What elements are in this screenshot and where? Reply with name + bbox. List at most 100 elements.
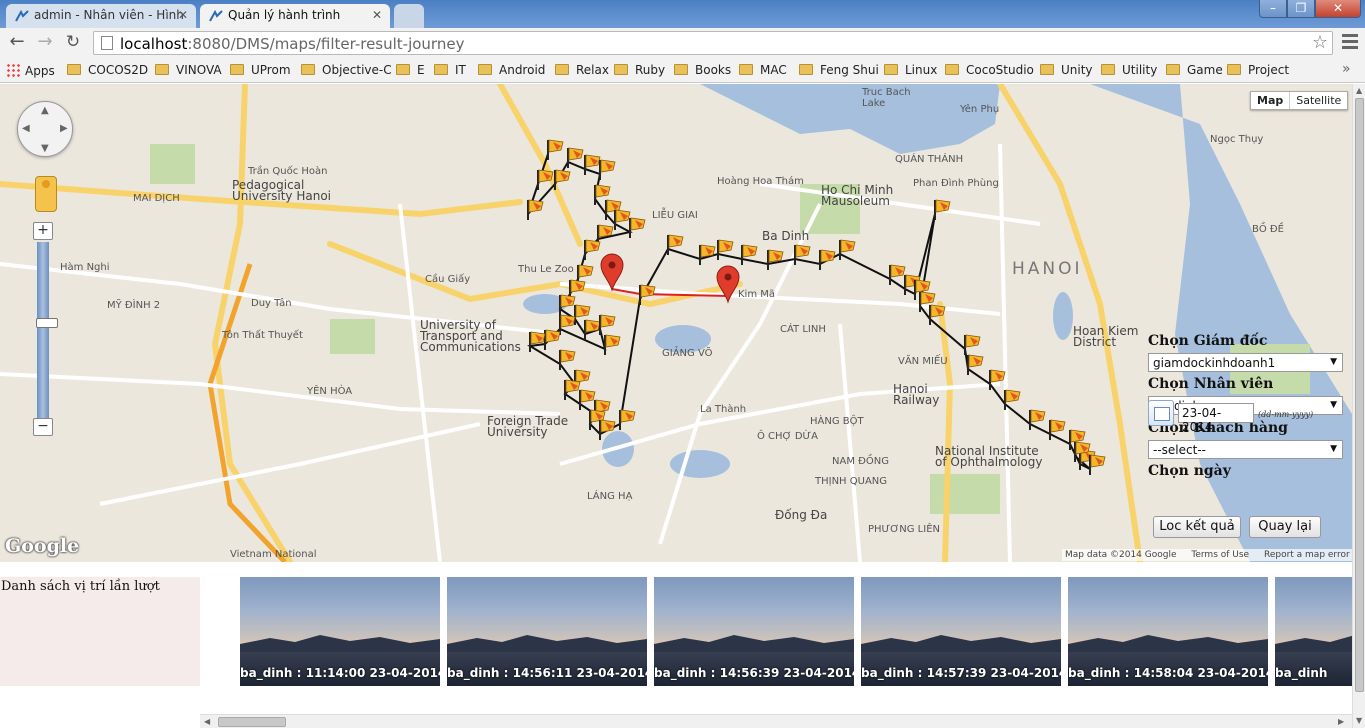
bookmark-folder[interactable]: COCOS2D <box>67 63 148 77</box>
checkin-flag-icon[interactable] <box>967 354 984 375</box>
menu-icon[interactable] <box>1342 34 1358 50</box>
pan-up-icon[interactable]: ▲ <box>41 105 49 116</box>
bookmark-star-icon[interactable]: ☆ <box>1312 32 1328 53</box>
vertical-scroll-thumb[interactable] <box>1355 98 1364 692</box>
bookmark-folder[interactable]: Ruby <box>614 63 665 77</box>
checkin-flag-icon[interactable] <box>934 199 951 220</box>
bookmark-folder[interactable]: Feng Shui <box>799 63 879 77</box>
bookmark-folder[interactable]: Project <box>1227 63 1289 77</box>
checkin-flag-icon[interactable] <box>819 249 836 270</box>
bookmarks-bar: Apps COCOS2D VINOVA UProm Objective-C E … <box>0 58 1365 83</box>
bookmark-folder[interactable]: Linux <box>884 63 937 77</box>
map-type-map-button[interactable]: Map <box>1251 92 1291 109</box>
calendar-icon[interactable] <box>1148 400 1174 426</box>
scroll-left-icon[interactable]: ◀ <box>204 717 210 726</box>
address-bar[interactable]: localhost:8080/DMS/maps/filter-result-jo… <box>93 31 1333 55</box>
bookmark-folder[interactable]: UProm <box>230 63 291 77</box>
checkin-flag-icon[interactable] <box>699 244 716 265</box>
bookmark-folder[interactable]: Objective-C <box>301 63 392 77</box>
bookmark-folder[interactable]: MAC <box>739 63 787 77</box>
zoom-slider-handle[interactable] <box>36 318 58 328</box>
terms-of-use-link[interactable]: Terms of Use <box>1191 550 1249 560</box>
checkin-flag-icon[interactable] <box>1089 454 1106 475</box>
pan-left-icon[interactable]: ◀ <box>22 123 30 134</box>
close-tab-icon[interactable]: ✕ <box>178 8 188 22</box>
bookmarks-overflow-icon[interactable]: » <box>1342 61 1351 77</box>
checkin-flag-icon[interactable] <box>929 304 946 325</box>
position-photo[interactable]: ba_dinh : 14:58:04 23-04-2014 <box>1068 577 1268 686</box>
checkin-flag-icon[interactable] <box>564 379 581 400</box>
date-input[interactable]: 23-04-2014 <box>1178 403 1254 434</box>
position-photo[interactable]: ba_dinh : 11:14:00 23-04-2014 <box>240 577 440 686</box>
position-photo[interactable]: ba_dinh <box>1275 577 1352 686</box>
zoom-slider[interactable] <box>36 242 58 418</box>
pan-control[interactable]: ▲ ▼ ◀ ▶ <box>17 101 73 157</box>
checkin-flag-icon[interactable] <box>889 264 906 285</box>
new-tab-button[interactable] <box>394 4 424 28</box>
close-tab-icon[interactable]: ✕ <box>372 8 382 22</box>
reload-icon[interactable]: ↻ <box>62 33 84 53</box>
position-photo[interactable]: ba_dinh : 14:56:11 23-04-2014 <box>447 577 647 686</box>
checkin-flag-icon[interactable] <box>559 294 576 315</box>
checkin-flag-icon[interactable] <box>599 419 616 440</box>
checkin-flag-icon[interactable] <box>1004 389 1021 410</box>
zoom-in-button[interactable]: + <box>33 222 53 240</box>
customer-select-value: --select-- <box>1153 443 1206 457</box>
location-pin-icon[interactable] <box>600 253 624 292</box>
bookmark-folder[interactable]: Game <box>1166 63 1223 77</box>
bookmark-folder[interactable]: Android <box>478 63 545 77</box>
position-photo[interactable]: ba_dinh : 14:57:39 23-04-2014 <box>861 577 1061 686</box>
zoom-out-button[interactable]: − <box>33 418 53 436</box>
pan-right-icon[interactable]: ▶ <box>60 123 68 134</box>
bookmark-folder[interactable]: Relax <box>555 63 609 77</box>
bookmark-folder[interactable]: VINOVA <box>155 63 222 77</box>
bookmark-folder[interactable]: CocoStudio <box>945 63 1034 77</box>
checkin-flag-icon[interactable] <box>619 409 636 430</box>
horizontal-scroll-thumb[interactable] <box>218 717 286 727</box>
checkin-flag-icon[interactable] <box>527 199 544 220</box>
tab-journey[interactable]: Quản lý hành trình ✕ <box>200 4 390 28</box>
checkin-flag-icon[interactable] <box>599 159 616 180</box>
bookmark-folder[interactable]: E <box>396 63 425 77</box>
scroll-down-icon[interactable]: ▼ <box>1356 716 1362 725</box>
vertical-scrollbar[interactable]: ▲ ▼ <box>1352 84 1365 728</box>
bookmark-folder[interactable]: Unity <box>1040 63 1093 77</box>
scroll-up-icon[interactable]: ▲ <box>1356 86 1362 95</box>
journey-map[interactable]: Pedagogical University Hanoi Trần Quốc Ho… <box>0 84 1352 562</box>
tab-title: Quản lý hành trình <box>228 8 341 22</box>
checkin-flag-icon[interactable] <box>629 217 646 238</box>
bookmark-folder[interactable]: Utility <box>1101 63 1157 77</box>
director-select[interactable]: giamdockinhdoanh1 ▼ <box>1148 353 1343 372</box>
back-arrow-icon[interactable]: ← <box>6 33 28 53</box>
bookmark-folder[interactable]: IT <box>434 63 466 77</box>
scroll-right-icon[interactable]: ▶ <box>1338 717 1344 726</box>
map-type-satellite-button[interactable]: Satellite <box>1290 92 1347 109</box>
checkin-flag-icon[interactable] <box>767 249 784 270</box>
pan-down-icon[interactable]: ▼ <box>41 143 49 154</box>
report-map-error-link[interactable]: Report a map error <box>1264 550 1350 560</box>
checkin-flag-icon[interactable] <box>584 239 601 260</box>
tab-admin[interactable]: admin - Nhân viên - Hình ✕ <box>6 4 196 28</box>
forward-arrow-icon[interactable]: → <box>34 33 56 53</box>
checkin-flag-icon[interactable] <box>639 284 656 305</box>
street-view-pegman-icon[interactable] <box>35 176 57 212</box>
minimize-icon[interactable]: – <box>1259 0 1287 18</box>
horizontal-scrollbar[interactable]: ◀ ▶ <box>200 714 1352 728</box>
checkin-flag-icon[interactable] <box>537 169 554 190</box>
bookmark-folder[interactable]: Books <box>674 63 731 77</box>
filter-submit-button[interactable]: Loc kết quả <box>1153 516 1241 538</box>
checkin-flag-icon[interactable] <box>554 169 571 190</box>
checkin-flag-icon[interactable] <box>579 389 596 410</box>
checkin-flag-icon[interactable] <box>544 329 561 350</box>
checkin-flag-icon[interactable] <box>547 139 564 160</box>
route-highlight-line <box>611 288 729 297</box>
bookmark-apps[interactable]: Apps <box>6 63 55 78</box>
maximize-icon[interactable]: ❐ <box>1287 0 1315 18</box>
checkin-flag-icon[interactable] <box>604 334 621 355</box>
checkin-flag-icon[interactable] <box>529 331 546 352</box>
checkin-flag-icon[interactable] <box>584 319 601 340</box>
position-photo[interactable]: ba_dinh : 14:56:39 23-04-2014 <box>654 577 854 686</box>
customer-select[interactable]: --select-- ▼ <box>1148 440 1343 459</box>
back-button[interactable]: Quay lại <box>1249 516 1321 538</box>
close-window-icon[interactable]: ✕ <box>1315 0 1361 18</box>
